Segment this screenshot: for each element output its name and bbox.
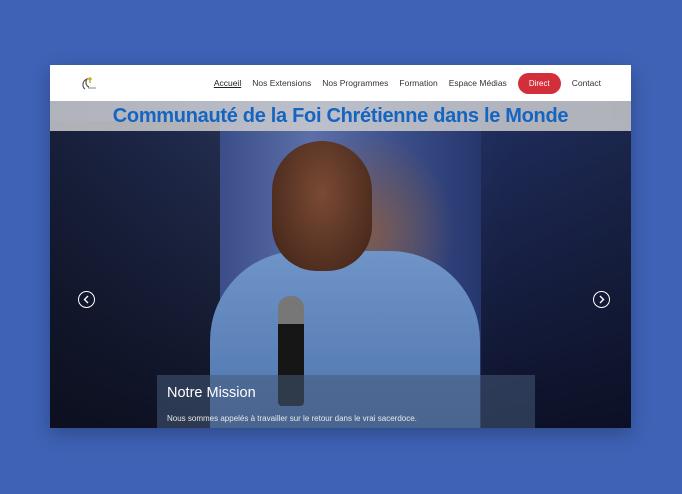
hero-slider: Notre Mission Nous sommes appelés à trav…: [50, 101, 631, 428]
nav-item-nos-extensions[interactable]: Nos Extensions: [252, 78, 311, 88]
nav-item-nos-programmes[interactable]: Nos Programmes: [322, 78, 388, 88]
direct-button[interactable]: Direct: [517, 72, 561, 94]
caption-text: Nous sommes appelés à travailler sur le …: [167, 414, 417, 423]
chevron-right-icon[interactable]: [593, 291, 610, 308]
main-nav: Accueil Nos Extensions Nos Programmes Fo…: [214, 65, 601, 101]
nav-item-contact[interactable]: Contact: [572, 78, 601, 88]
page-title: Communauté de la Foi Chrétienne dans le …: [112, 104, 569, 127]
chevron-left-icon[interactable]: [78, 291, 95, 308]
nav-item-formation[interactable]: Formation: [399, 78, 437, 88]
website-frame: Accueil Nos Extensions Nos Programmes Fo…: [50, 65, 631, 428]
hero-photo-speaker-face: [272, 141, 372, 271]
navbar: Accueil Nos Extensions Nos Programmes Fo…: [50, 65, 631, 102]
hero-title-band: Communauté de la Foi Chrétienne dans le …: [50, 101, 631, 131]
slide-caption: Notre Mission Nous sommes appelés à trav…: [157, 375, 535, 428]
church-logo-icon[interactable]: [79, 73, 99, 93]
nav-item-espace-medias[interactable]: Espace Médias: [449, 78, 507, 88]
caption-heading: Notre Mission: [167, 385, 256, 401]
nav-item-accueil[interactable]: Accueil: [214, 78, 241, 88]
